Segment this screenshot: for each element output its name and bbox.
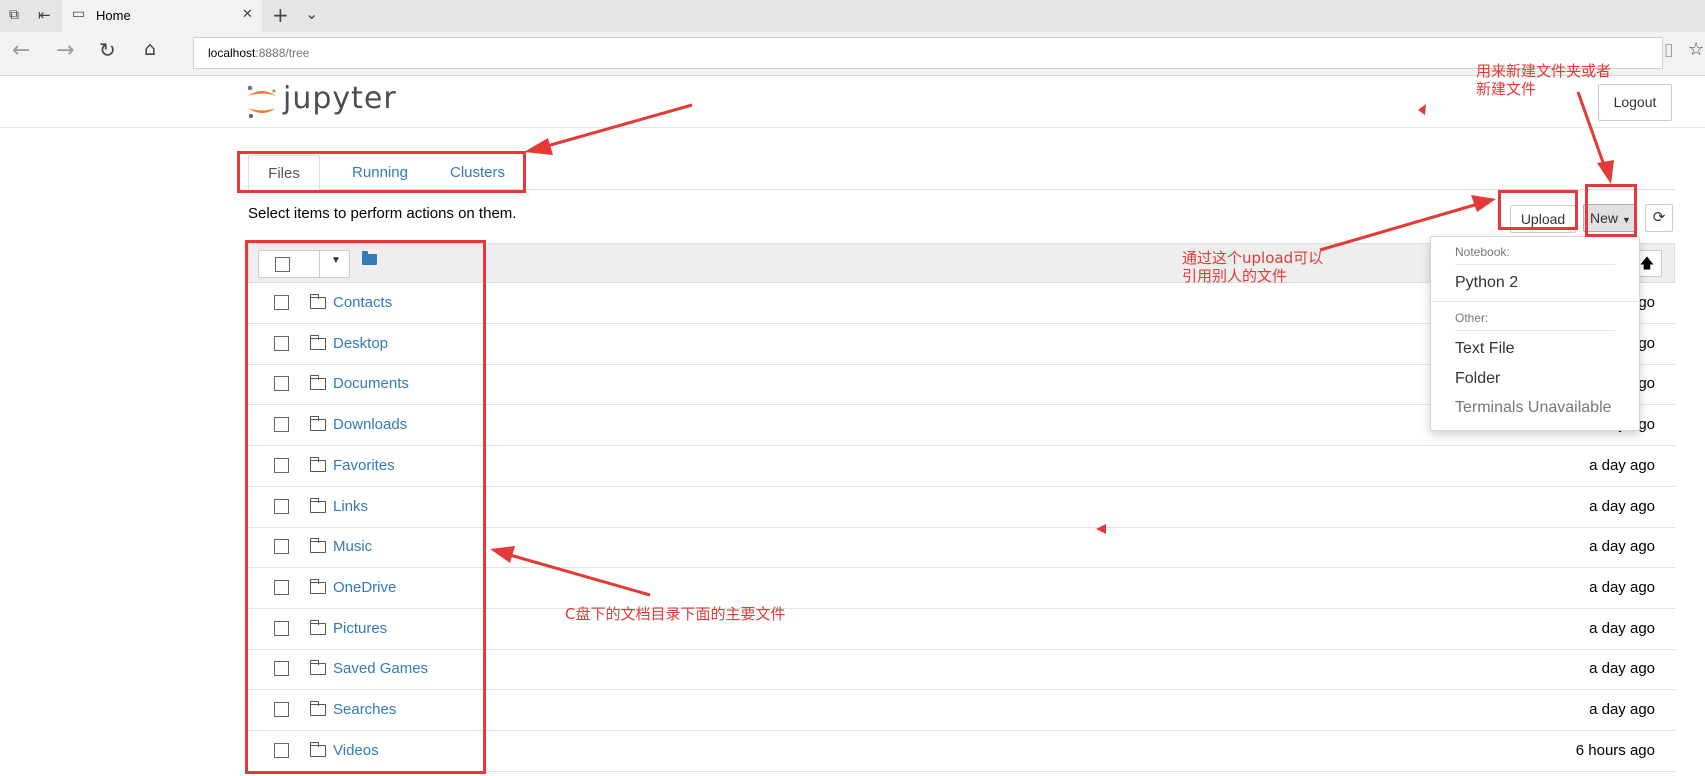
arrow-to-new [1576,91,1607,169]
arrow-head [1471,195,1496,212]
arrow-head [524,138,553,155]
annotation-arrows [490,91,1614,597]
stray-arrowhead [1096,524,1106,534]
arrow-head [490,546,515,563]
arrow-to-tabs [539,103,693,150]
arrow-to-upload [1319,202,1479,252]
arrow-to-file-list [509,553,651,597]
stray-arrowhead [1418,104,1426,115]
arrow-head [1597,160,1614,184]
